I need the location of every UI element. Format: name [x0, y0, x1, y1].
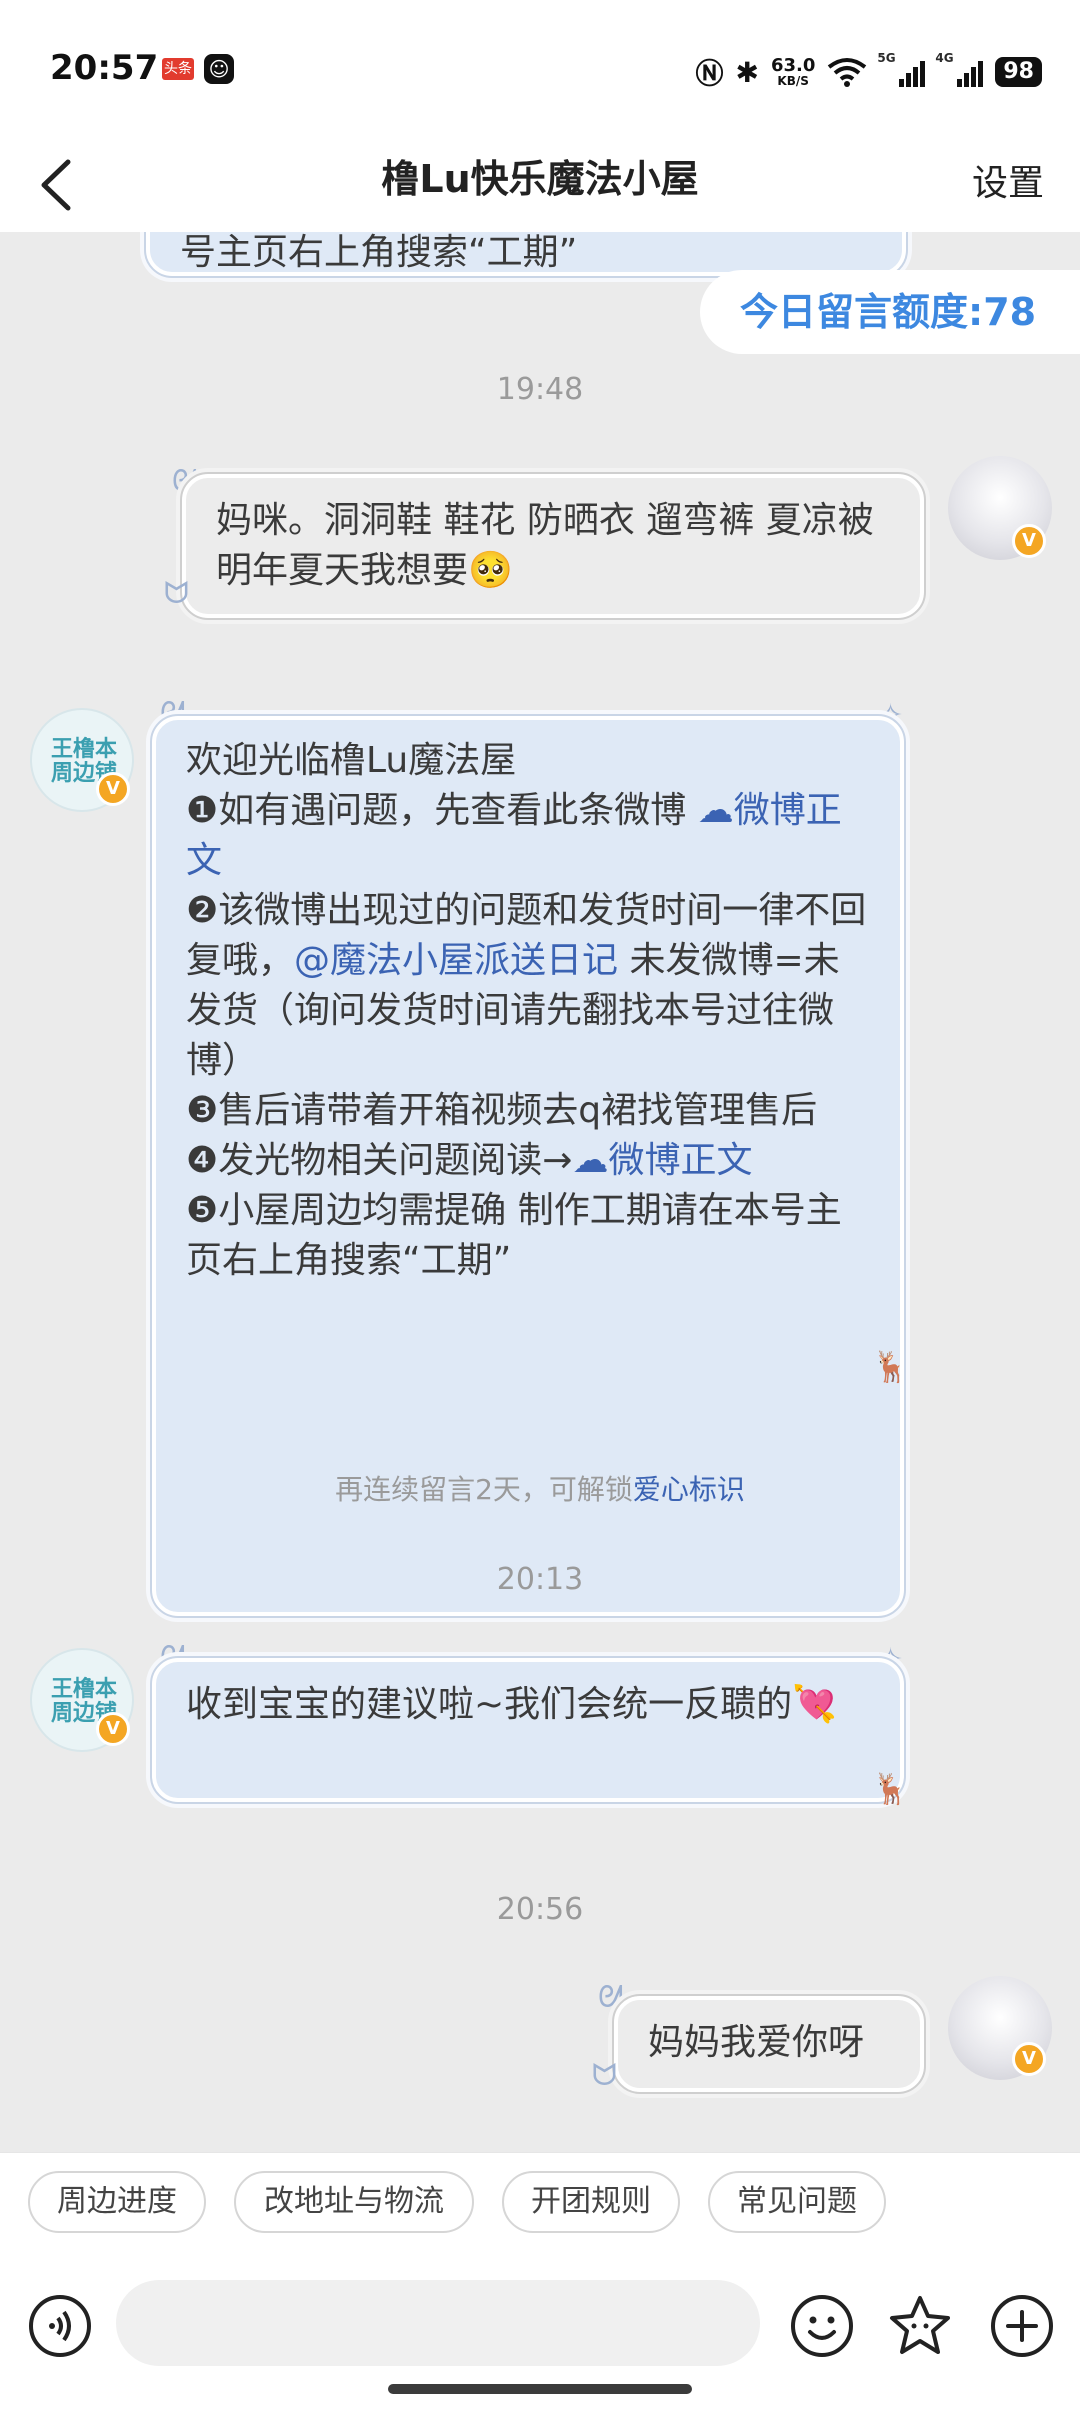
heart-mark-link[interactable]: 爱心标识	[633, 1473, 745, 1506]
mention-link[interactable]: @魔法小屋派送日记	[294, 940, 618, 981]
weibo-link[interactable]: ☁微博正文	[572, 1140, 752, 1181]
message-paragraph: ❺小屋周边均需提确 制作工期请在本号主页右上角搜索“工期”	[186, 1190, 842, 1281]
message-text: ❶如有遇问题，先查看此条微博	[186, 790, 698, 831]
weibo-link-text: 微博正文	[608, 1140, 753, 1181]
signal-5g-label: 5G	[877, 51, 896, 65]
message-paragraph: ❸售后请带着开箱视频去q裙找管理售后	[186, 1090, 818, 1131]
chip-merch-progress[interactable]: 周边进度	[28, 2171, 206, 2233]
verified-badge-icon: V	[96, 772, 130, 806]
app-notification-icon: ☺	[204, 54, 234, 84]
deer-sticker-icon: 🦌	[872, 1350, 910, 1385]
chat-title: 橹Lu快乐魔法小屋	[381, 157, 699, 201]
battery-indicator: 98	[995, 57, 1042, 87]
message-line: 欢迎光临橹Lu魔法屋	[186, 740, 517, 781]
chip-address-logistics[interactable]: 改地址与物流	[234, 2171, 474, 2233]
verified-badge-icon: V	[1012, 524, 1046, 558]
network-speed: 63.0 KB/S	[770, 55, 816, 88]
notice-text: 再连续留言2天，可解锁	[335, 1473, 633, 1506]
sticker-icon[interactable]	[888, 2294, 952, 2358]
chat-header: 橹Lu快乐魔法小屋 设置	[0, 140, 1080, 232]
message-paragraph: ❷该微博出现过的问题和发货时间一律不回复哦，@魔法小屋派送日记 未发微博=未发货…	[186, 886, 870, 1086]
voice-icon[interactable]	[28, 2294, 92, 2358]
charm-decoration-icon: ᗢ	[164, 576, 189, 611]
chat-messages[interactable]: 号主页右上角搜索“工期” 今日留言额度:78 19:48 ᘛ ✧ 妈咪。洞洞鞋 …	[0, 232, 1080, 2152]
wifi-icon	[828, 58, 867, 87]
message-text: 妈妈我爱你呀	[648, 2022, 865, 2063]
sent-message-bubble[interactable]: 妈妈我爱你呀	[612, 1994, 926, 2094]
quick-actions-bar: 周边进度 改地址与物流 开团规则 常见问题	[0, 2152, 1080, 2264]
message-text: 收到宝宝的建议啦~我们会统一反聩的💘	[186, 1684, 837, 1725]
message-text: 妈咪。洞洞鞋 鞋花 防晒衣 遛弯裤 夏凉被明年夏天我想要🥺	[216, 500, 874, 591]
status-icons: Ⓝ ✱ 63.0 KB/S 5G 4G 98	[695, 51, 1042, 92]
charm-decoration-icon: ᗢ	[592, 2058, 617, 2093]
home-indicator[interactable]	[388, 2384, 692, 2394]
message-input[interactable]	[116, 2280, 760, 2366]
verified-badge-icon: V	[1012, 2042, 1046, 2076]
message-paragraph: ❶如有遇问题，先查看此条微博 ☁微博正文	[186, 786, 870, 886]
signal-4g-label: 4G	[935, 51, 954, 65]
bluetooth-icon: ✱	[735, 55, 759, 89]
network-speed-value: 63.0	[770, 55, 816, 76]
status-time: 20:57	[50, 48, 159, 88]
nfc-icon: Ⓝ	[695, 57, 724, 90]
chip-faq[interactable]: 常见问题	[708, 2171, 886, 2233]
deer-sticker-icon: 🦌	[872, 1772, 910, 1807]
emoji-icon[interactable]	[790, 2294, 854, 2358]
sent-message-bubble[interactable]: 妈咪。洞洞鞋 鞋花 防晒衣 遛弯裤 夏凉被明年夏天我想要🥺	[180, 472, 926, 620]
streak-notice: 再连续留言2天，可解锁爱心标识	[0, 1468, 1080, 1508]
timestamp: 20:13	[496, 1562, 584, 1597]
message-quota-badge: 今日留言额度:78	[700, 270, 1080, 354]
status-bar: 20:57 头条 ☺ Ⓝ ✱ 63.0 KB/S 5G 4G 98	[0, 0, 1080, 140]
chip-group-rules[interactable]: 开团规则	[502, 2171, 680, 2233]
message-text: 号主页右上角搜索“工期”	[180, 232, 578, 273]
timestamp: 19:48	[496, 372, 584, 407]
verified-badge-icon: V	[96, 1712, 130, 1746]
message-paragraph: ❹发光物相关问题阅读→☁微博正文	[186, 1136, 870, 1186]
news-app-icon: 头条	[162, 58, 194, 80]
received-message-bubble[interactable]: 收到宝宝的建议啦~我们会统一反聩的💘	[150, 1656, 906, 1804]
add-icon[interactable]	[990, 2294, 1054, 2358]
settings-button[interactable]: 设置	[972, 154, 1044, 206]
signal-5g-icon: 5G	[877, 51, 926, 87]
signal-4g-icon: 4G	[935, 51, 984, 87]
timestamp: 20:56	[496, 1892, 584, 1927]
network-speed-unit: KB/S	[777, 74, 809, 88]
message-text: ❹发光物相关问题阅读→	[186, 1140, 573, 1181]
